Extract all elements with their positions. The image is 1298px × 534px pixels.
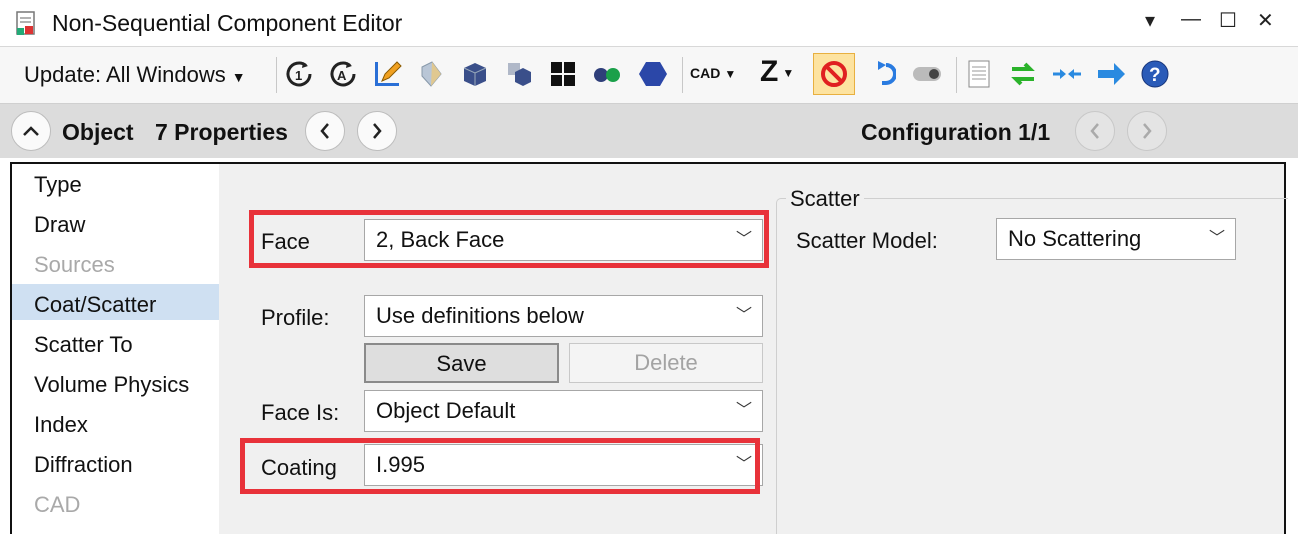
svg-text:1: 1: [295, 68, 302, 83]
z-dropdown[interactable]: Z ▼: [760, 55, 794, 89]
lens-icon[interactable]: [416, 59, 446, 89]
undo-icon[interactable]: [866, 59, 896, 89]
object-label: Object: [62, 119, 134, 145]
chevron-down-icon: ﹀: [735, 307, 752, 324]
toolbar-separator: [956, 57, 957, 93]
swap-arrows-icon[interactable]: [1008, 59, 1038, 89]
hexagon-icon[interactable]: [638, 59, 668, 89]
cube-icon[interactable]: [460, 59, 490, 89]
update-dropdown[interactable]: Update: All Windows ▼: [24, 62, 246, 88]
profile-dropdown[interactable]: Use definitions below ﹀: [364, 295, 763, 337]
edit-pencil-icon[interactable]: [372, 59, 402, 89]
no-icon: [821, 61, 847, 87]
sidebar-item-sources[interactable]: Sources: [34, 252, 115, 278]
z-label: Z: [760, 55, 779, 88]
toggle-icon[interactable]: [912, 59, 942, 89]
collapse-button[interactable]: [11, 111, 51, 151]
chevron-down-icon: ﹀: [1208, 230, 1225, 247]
face-highlight: [249, 210, 769, 268]
toolbar: Update: All Windows ▼ 1 A CAD ▼ Z ▼ ?: [0, 47, 1298, 104]
chevron-up-icon: [23, 126, 39, 136]
window-menu-icon[interactable]: ▾: [1145, 8, 1155, 33]
page-icon[interactable]: [964, 59, 994, 89]
dropdown-arrow-icon: ▼: [782, 66, 795, 81]
refresh-1-icon[interactable]: 1: [284, 59, 314, 89]
sidebar-item-scatter-to[interactable]: Scatter To: [34, 332, 133, 358]
toolbar-separator: [276, 57, 277, 93]
sidebar-item-diffraction[interactable]: Diffraction: [34, 452, 133, 478]
cad-dropdown[interactable]: CAD ▼: [690, 65, 736, 81]
chevron-down-icon: ﹀: [735, 402, 752, 419]
maximize-icon[interactable]: ☐: [1219, 8, 1237, 33]
cube-small-icon[interactable]: [504, 59, 534, 89]
converge-icon[interactable]: [1052, 59, 1082, 89]
title-bar: Non-Sequential Component Editor ▾ — ☐ ✕: [0, 0, 1298, 47]
sidebar-item-type[interactable]: Type: [34, 172, 82, 198]
scatter-group-title: Scatter: [786, 186, 864, 212]
prev-config-button[interactable]: [1075, 111, 1115, 151]
scatter-model-dropdown[interactable]: No Scattering ﹀: [996, 218, 1236, 260]
grid-icon[interactable]: [548, 59, 578, 89]
prev-object-button[interactable]: [305, 111, 345, 151]
chevron-right-icon: [1143, 123, 1152, 139]
app-icon: [16, 11, 35, 35]
profile-value: Use definitions below: [376, 303, 584, 328]
chevron-left-icon: [320, 123, 329, 139]
svg-text:?: ?: [1149, 65, 1161, 86]
window-title: Non-Sequential Component Editor: [52, 10, 403, 36]
delete-button[interactable]: Delete: [569, 343, 763, 383]
profile-label: Profile:: [261, 305, 330, 330]
sidebar-item-volume-physics[interactable]: Volume Physics: [34, 372, 189, 398]
next-config-button[interactable]: [1127, 111, 1167, 151]
dots-icon[interactable]: [592, 59, 622, 89]
object-nav-bar: Object 7 Properties Configuration 1/1: [0, 104, 1298, 158]
cad-label: CAD: [690, 65, 721, 81]
help-icon[interactable]: ?: [1140, 59, 1170, 89]
dropdown-arrow-icon: ▼: [231, 69, 246, 85]
toolbar-separator: [682, 57, 683, 93]
coating-highlight: [240, 438, 760, 494]
scatter-model-value: No Scattering: [1008, 226, 1142, 251]
face-is-value: Object Default: [376, 398, 516, 423]
sidebar-item-coat-scatter[interactable]: Coat/Scatter: [34, 292, 156, 318]
scatter-model-label: Scatter Model:: [796, 228, 938, 253]
refresh-all-icon[interactable]: A: [328, 59, 358, 89]
sidebar-item-draw[interactable]: Draw: [34, 212, 85, 238]
close-icon[interactable]: ✕: [1257, 8, 1274, 33]
properties-count: 7 Properties: [155, 119, 288, 145]
no-button[interactable]: [813, 53, 855, 95]
face-is-label: Face Is:: [261, 400, 340, 425]
dropdown-arrow-icon: ▼: [724, 67, 737, 81]
update-label: Update: All Windows: [24, 62, 226, 87]
chevron-right-icon: [373, 123, 382, 139]
save-button[interactable]: Save: [364, 343, 559, 383]
minimize-icon[interactable]: —: [1181, 8, 1201, 31]
arrow-right-icon[interactable]: [1096, 59, 1126, 89]
svg-text:A: A: [337, 68, 347, 83]
chevron-left-icon: [1090, 123, 1099, 139]
sidebar-item-cad[interactable]: CAD: [34, 492, 80, 518]
face-is-dropdown[interactable]: Object Default ﹀: [364, 390, 763, 432]
configuration-label: Configuration 1/1: [861, 119, 1051, 145]
sidebar-item-index[interactable]: Index: [34, 412, 88, 438]
next-object-button[interactable]: [357, 111, 397, 151]
